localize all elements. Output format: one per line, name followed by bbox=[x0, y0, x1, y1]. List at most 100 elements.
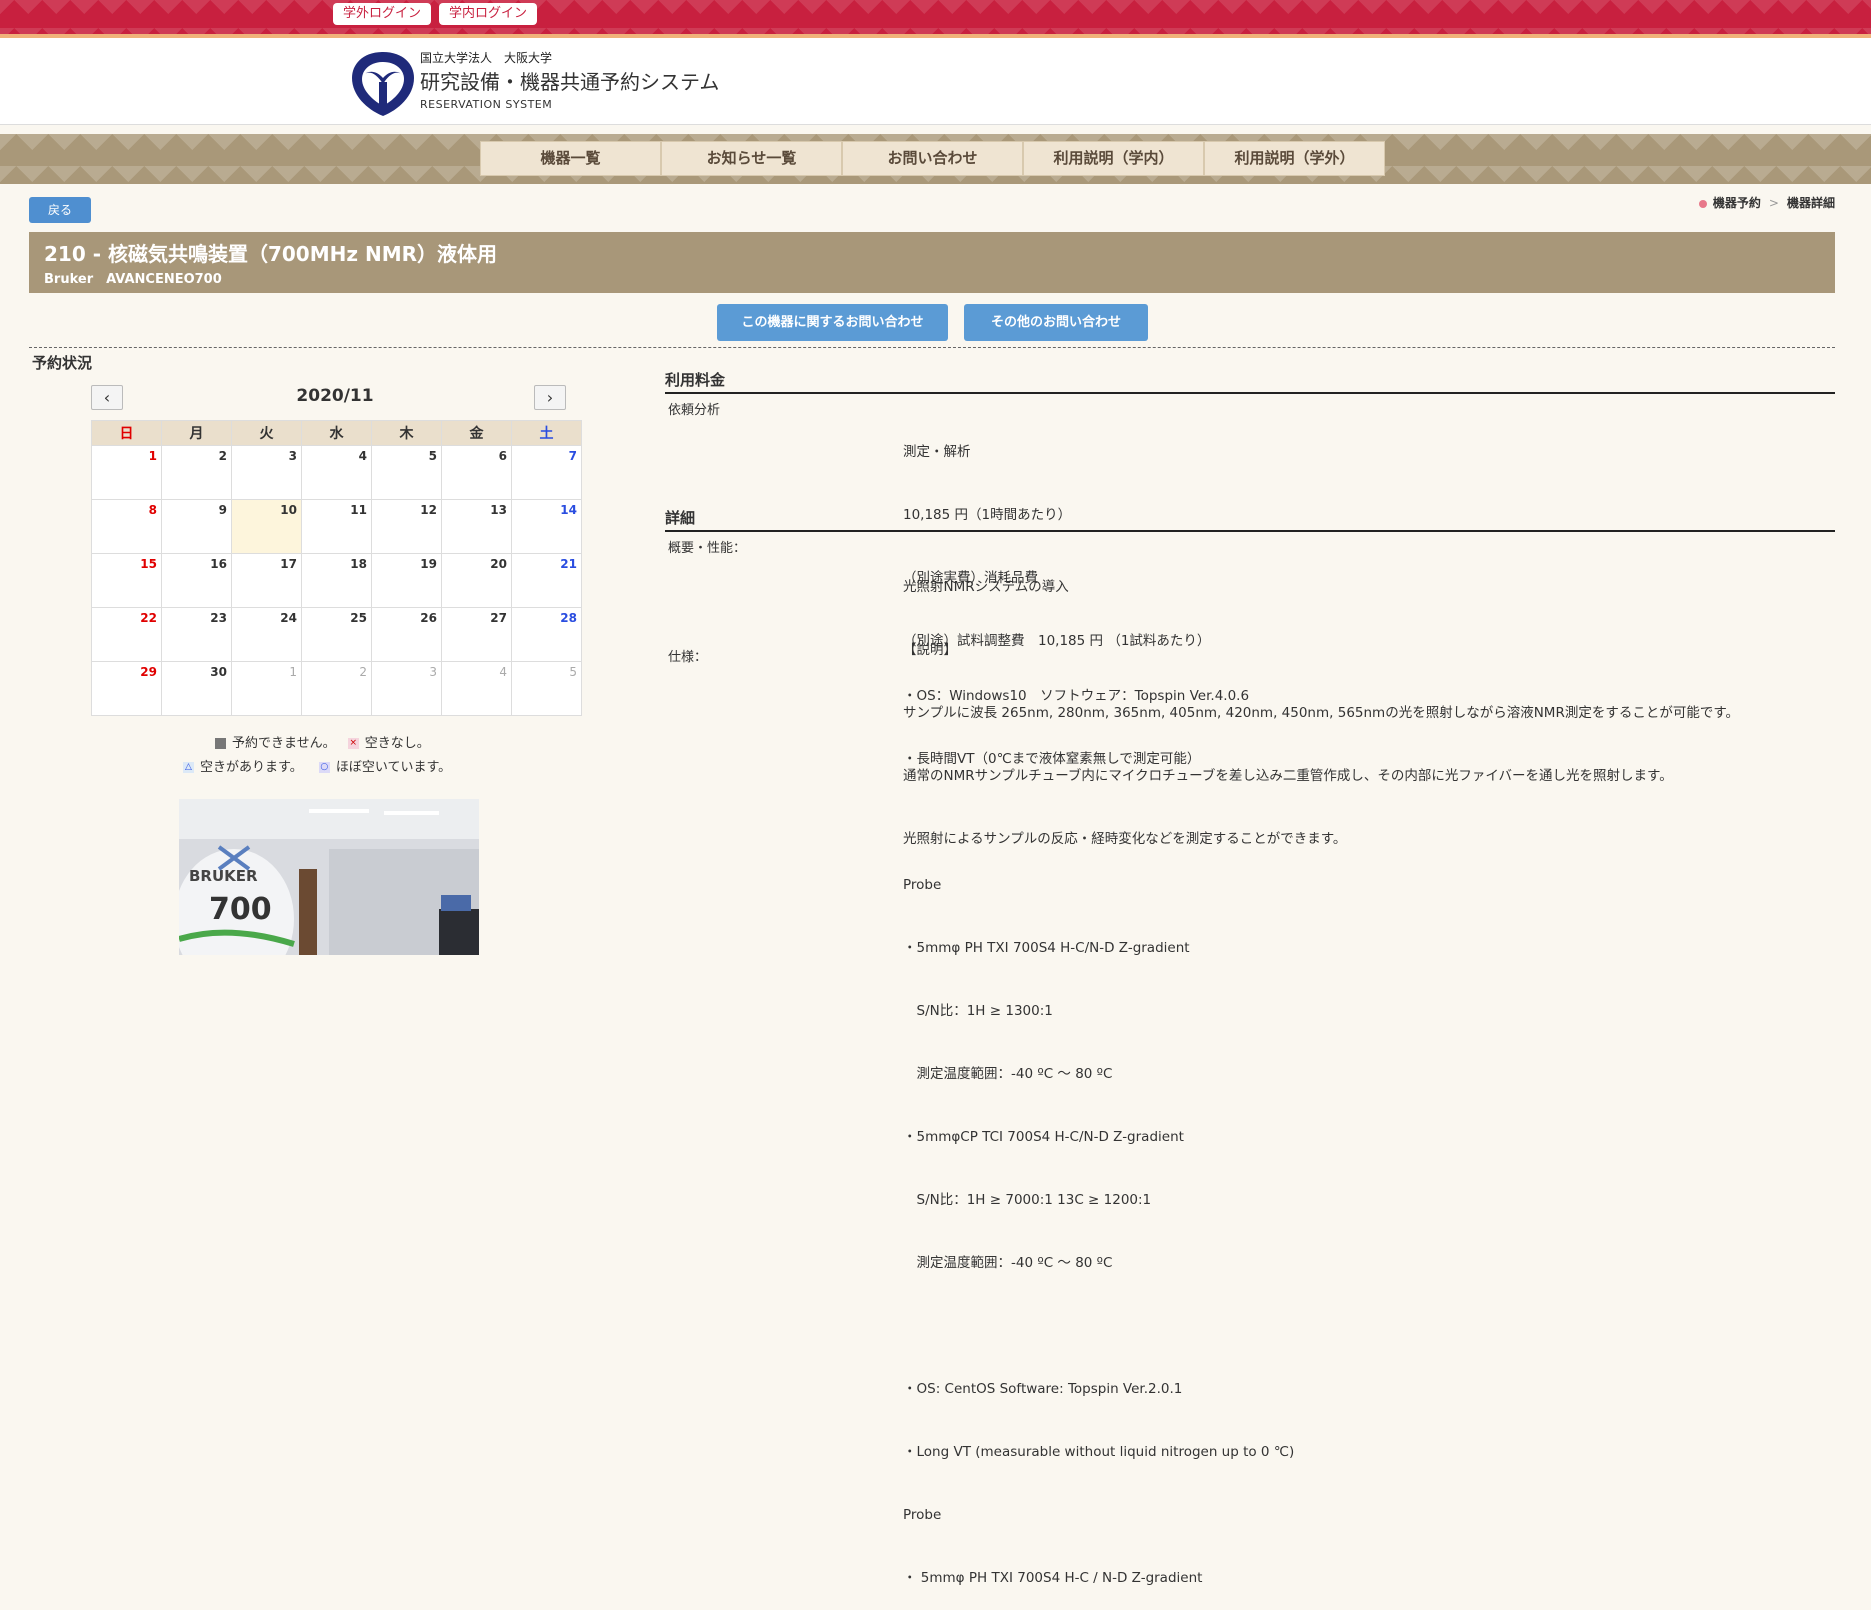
equipment-model: Bruker AVANCENEO700 bbox=[44, 272, 222, 287]
spec-line: ・5mmφ PH TXI 700S4 H-C/N-D Z-gradient bbox=[903, 940, 1190, 956]
legend-unavailable: 予約できません。 bbox=[232, 736, 336, 751]
calendar-day[interactable]: 28 bbox=[511, 607, 582, 662]
calendar-day[interactable]: 27 bbox=[441, 607, 512, 662]
overview-line: 光照射NMRシステムの導入 bbox=[903, 579, 1069, 595]
legend-full: 空きなし。 bbox=[364, 736, 430, 751]
breadcrumb-dot-icon bbox=[1698, 199, 1707, 208]
spec-line bbox=[903, 1316, 1294, 1337]
spec-line: ・長時間VT（0℃まで液体窒素無しで測定可能） bbox=[903, 751, 1201, 767]
spec-line: S/N比：1H ≥ 7000:1 13C ≥ 1200:1 bbox=[903, 1192, 1152, 1208]
nav-news-list[interactable]: お知らせ一覧 bbox=[661, 141, 842, 176]
spec-line: Probe bbox=[903, 877, 942, 893]
calendar-day[interactable]: 21 bbox=[511, 553, 582, 608]
calendar-day[interactable]: 23 bbox=[161, 607, 232, 662]
nav-usage-internal[interactable]: 利用説明（学内） bbox=[1023, 141, 1204, 176]
unavailable-legend-icon bbox=[215, 738, 226, 749]
nav-equipment-list[interactable]: 機器一覧 bbox=[480, 141, 661, 176]
inquiry-this-equipment-button[interactable]: この機器に関するお問い合わせ bbox=[717, 304, 948, 341]
section-divider bbox=[29, 347, 1835, 348]
reservation-calendar: 日 月 火 水 木 金 土 1 2 3 4 5 6 7 8 9 10 11 12… bbox=[91, 420, 582, 716]
internal-login-button[interactable]: 学内ログイン bbox=[439, 3, 538, 25]
calendar-day[interactable]: 15 bbox=[91, 553, 162, 608]
equipment-photo: BRUKER 700 bbox=[179, 799, 479, 955]
calendar-next-button[interactable]: › bbox=[534, 385, 566, 410]
weekday-header: 月 bbox=[161, 420, 232, 446]
breadcrumb-current: 機器詳細 bbox=[1786, 196, 1835, 210]
calendar-day[interactable]: 4 bbox=[301, 445, 372, 500]
some-available-legend-icon: △ bbox=[183, 762, 194, 773]
details-heading: 詳細 bbox=[665, 507, 1835, 532]
spec-line: 測定温度範囲：-40 ºC ～ 80 ºC bbox=[903, 1066, 1113, 1082]
equipment-title-bar: 210 - 核磁気共鳴装置（700MHz NMR）液体用 Bruker AVAN… bbox=[29, 232, 1835, 293]
calendar-prev-button[interactable]: ‹ bbox=[91, 385, 123, 410]
nav-usage-external[interactable]: 利用説明（学外） bbox=[1204, 141, 1385, 176]
calendar-day[interactable]: 24 bbox=[231, 607, 302, 662]
calendar-day[interactable]: 26 bbox=[371, 607, 442, 662]
calendar-day[interactable]: 29 bbox=[91, 661, 162, 716]
calendar-day[interactable]: 20 bbox=[441, 553, 512, 608]
calendar-day[interactable]: 25 bbox=[301, 607, 372, 662]
svg-text:700: 700 bbox=[209, 892, 272, 927]
top-bar: 学外ログイン 学内ログイン bbox=[0, 0, 1871, 38]
spec-line: ・Long VT (measurable without liquid nitr… bbox=[903, 1444, 1295, 1460]
system-name: 研究設備・機器共通予約システム bbox=[420, 70, 720, 94]
calendar-day[interactable]: 2 bbox=[161, 445, 232, 500]
back-button[interactable]: 戻る bbox=[29, 197, 91, 223]
calendar-day[interactable]: 5 bbox=[371, 445, 442, 500]
calendar-day-next-month: 2 bbox=[301, 661, 372, 716]
calendar-day[interactable]: 11 bbox=[301, 499, 372, 554]
calendar-day[interactable]: 13 bbox=[441, 499, 512, 554]
full-legend-icon: × bbox=[347, 738, 359, 749]
calendar-day[interactable]: 9 bbox=[161, 499, 232, 554]
calendar-day-next-month: 3 bbox=[371, 661, 442, 716]
calendar-day[interactable]: 22 bbox=[91, 607, 162, 662]
reservation-status-title: 予約状況 bbox=[32, 354, 93, 372]
calendar-day[interactable]: 14 bbox=[511, 499, 582, 554]
calendar-day[interactable]: 6 bbox=[441, 445, 512, 500]
weekday-header: 日 bbox=[91, 420, 162, 446]
inquiry-other-button[interactable]: その他のお問い合わせ bbox=[964, 304, 1148, 341]
fees-heading: 利用料金 bbox=[665, 369, 1835, 394]
legend-most: ほぼ空いています。 bbox=[335, 760, 452, 775]
fees-label: 依頼分析 bbox=[668, 403, 721, 418]
weekday-header: 木 bbox=[371, 420, 442, 446]
breadcrumb: 機器予約 > 機器詳細 bbox=[1698, 194, 1835, 211]
spec-line: ・OS: CentOS Software: Topspin Ver.2.0.1 bbox=[903, 1381, 1183, 1397]
spec-line bbox=[903, 812, 1294, 833]
calendar-day[interactable]: 12 bbox=[371, 499, 442, 554]
calendar-month: 2020/11 bbox=[296, 386, 374, 406]
mostly-available-legend-icon: ○ bbox=[318, 762, 330, 773]
calendar-day[interactable]: 8 bbox=[91, 499, 162, 554]
calendar-day-today[interactable]: 10 bbox=[231, 499, 302, 554]
calendar-day[interactable]: 19 bbox=[371, 553, 442, 608]
organization-name: 国立大学法人 大阪大学 bbox=[420, 51, 553, 65]
spec-line: 測定温度範囲：-40 ºC ～ 80 ºC bbox=[903, 1255, 1113, 1271]
calendar-day[interactable]: 3 bbox=[231, 445, 302, 500]
calendar-day[interactable]: 1 bbox=[91, 445, 162, 500]
calendar-day[interactable]: 30 bbox=[161, 661, 232, 716]
nav-contact[interactable]: お問い合わせ bbox=[842, 141, 1023, 176]
spec-line: Probe bbox=[903, 1507, 942, 1523]
external-login-button[interactable]: 学外ログイン bbox=[333, 3, 432, 25]
calendar-day[interactable]: 18 bbox=[301, 553, 372, 608]
spec-line: ・OS：Windows10 ソフトウェア：Topspin Ver.4.0.6 bbox=[903, 688, 1250, 704]
spec-lines: ・OS：Windows10 ソフトウェア：Topspin Ver.4.0.6 ・… bbox=[903, 644, 1294, 1610]
legend-some: 空きがあります。 bbox=[200, 760, 303, 775]
equipment-title: 210 - 核磁気共鳴装置（700MHz NMR）液体用 bbox=[44, 242, 498, 266]
calendar-legend-row2: △ 空きがあります。 ○ ほぼ空いています。 bbox=[183, 756, 451, 775]
spec-label: 仕様： bbox=[668, 650, 708, 665]
calendar-legend-row1: 予約できません。 × 空きなし。 bbox=[215, 732, 430, 751]
weekday-header: 火 bbox=[231, 420, 302, 446]
calendar-day[interactable]: 16 bbox=[161, 553, 232, 608]
site-header: 国立大学法人 大阪大学 研究設備・機器共通予約システム RESERVATION … bbox=[0, 38, 1871, 125]
calendar-day-next-month: 4 bbox=[441, 661, 512, 716]
weekday-header: 水 bbox=[301, 420, 372, 446]
breadcrumb-equipment-reservation[interactable]: 機器予約 bbox=[1713, 196, 1761, 210]
weekday-header: 金 bbox=[441, 420, 512, 446]
calendar-day[interactable]: 7 bbox=[511, 445, 582, 500]
system-subtitle: RESERVATION SYSTEM bbox=[420, 98, 553, 111]
weekday-header: 土 bbox=[511, 420, 582, 446]
university-logo-icon[interactable] bbox=[348, 46, 418, 118]
spec-line: ・5mmφCP TCI 700S4 H-C/N-D Z-gradient bbox=[903, 1129, 1184, 1145]
calendar-day[interactable]: 17 bbox=[231, 553, 302, 608]
